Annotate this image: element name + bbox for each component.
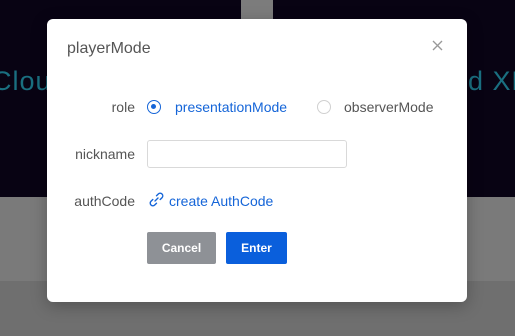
authcode-label: authCode	[74, 193, 135, 209]
nickname-label: nickname	[75, 146, 135, 162]
role-label: role	[111, 99, 135, 115]
create-authcode-label[interactable]: create AuthCode	[169, 193, 273, 209]
enter-button[interactable]: Enter	[226, 232, 287, 264]
dialog-title: playerMode	[67, 40, 151, 57]
close-icon[interactable]	[430, 38, 446, 54]
radio-presentation-mode[interactable]	[147, 100, 161, 114]
radio-observer-mode[interactable]	[317, 100, 331, 114]
cancel-button[interactable]: Cancel	[147, 232, 216, 264]
link-icon	[148, 191, 169, 211]
nickname-input[interactable]	[147, 140, 347, 168]
radio-presentation-mode-label[interactable]: presentationMode	[175, 99, 287, 115]
radio-observer-mode-label[interactable]: observerMode	[344, 99, 434, 115]
player-mode-dialog: playerMode role presentationMode observe…	[47, 19, 467, 302]
background-strip	[241, 0, 273, 20]
create-authcode-link[interactable]: create AuthCode	[148, 191, 273, 211]
